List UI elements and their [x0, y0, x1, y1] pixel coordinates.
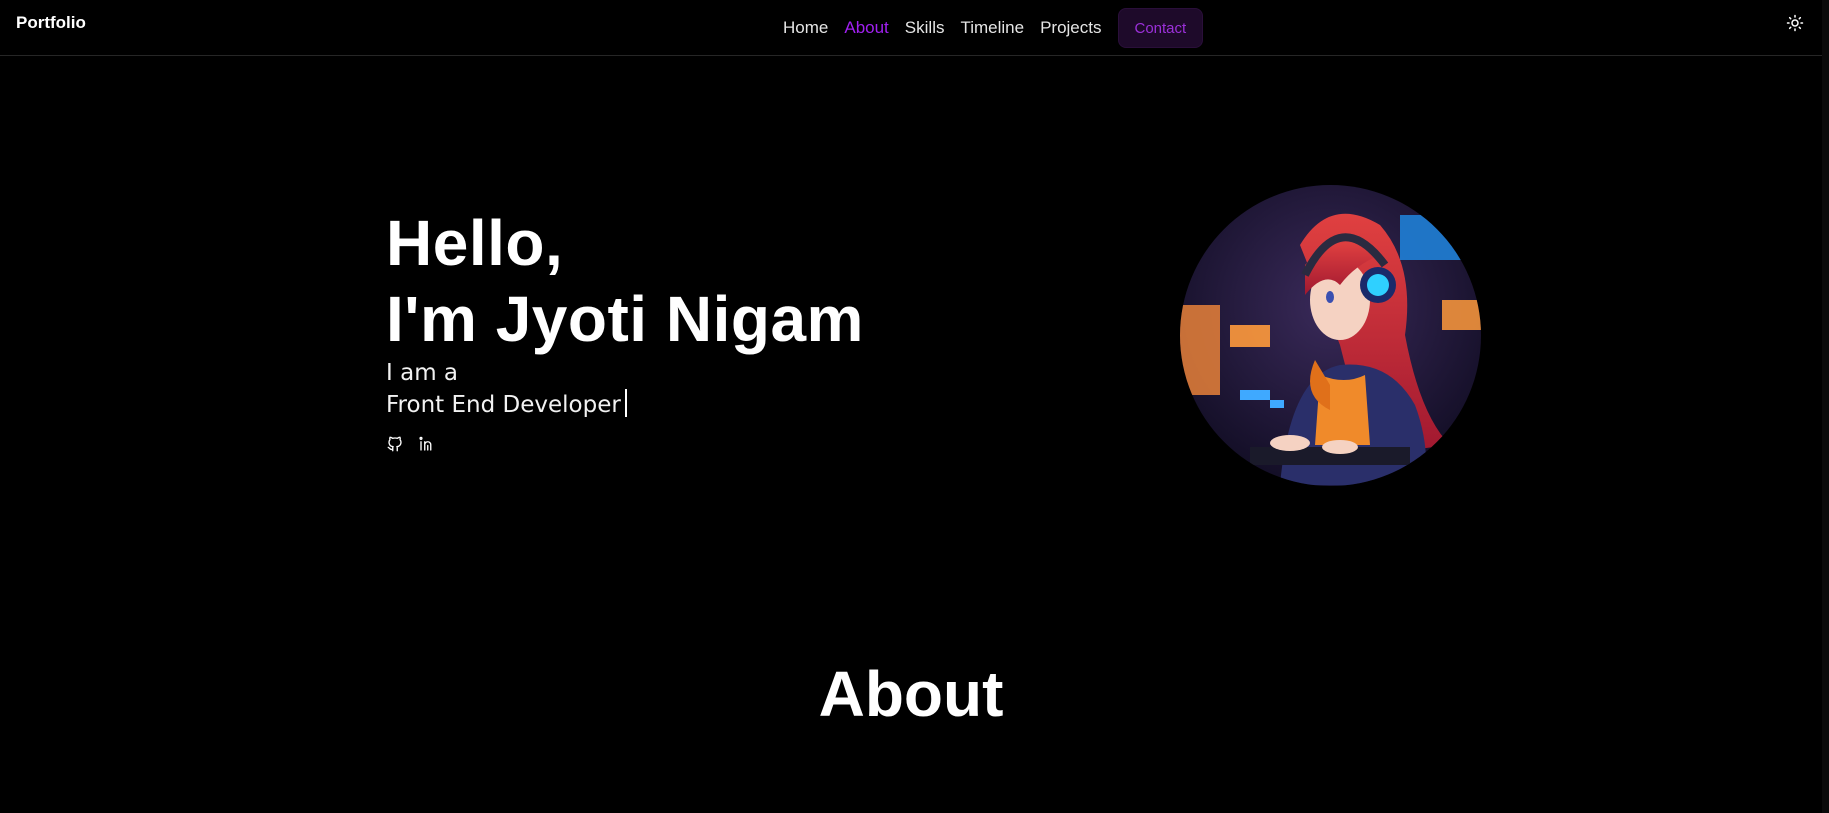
- about-section-title: About: [818, 658, 1004, 730]
- nav-link-timeline[interactable]: Timeline: [960, 18, 1024, 38]
- avatar-illustration: [1180, 185, 1481, 486]
- brand-logo[interactable]: Portfolio: [16, 13, 86, 33]
- hero-name: I'm Jyoti Nigam: [386, 283, 864, 355]
- nav-link-about[interactable]: About: [844, 18, 888, 38]
- nav-links: Home About Skills Timeline Projects Cont…: [783, 8, 1204, 48]
- nav-link-skills[interactable]: Skills: [905, 18, 945, 38]
- hero-role: Front End Developer: [386, 392, 621, 418]
- github-icon[interactable]: [386, 435, 404, 453]
- sun-icon[interactable]: [1786, 14, 1804, 32]
- nav-link-projects[interactable]: Projects: [1040, 18, 1101, 38]
- linkedin-icon[interactable]: [418, 435, 436, 453]
- navbar: Portfolio Home About Skills Timeline Pro…: [0, 0, 1829, 56]
- hero-section: Hello, I'm Jyoti Nigam I am a Front End …: [386, 205, 864, 453]
- typing-cursor: [624, 389, 627, 417]
- hero-role-line: Front End Developer: [386, 389, 864, 421]
- contact-button[interactable]: Contact: [1117, 8, 1204, 48]
- avatar: [1180, 185, 1481, 486]
- nav-link-home[interactable]: Home: [783, 18, 828, 38]
- page-scrollbar-track[interactable]: [1822, 0, 1829, 813]
- hero-intro: I am a: [386, 360, 458, 386]
- hero-greeting: Hello,: [386, 207, 564, 279]
- social-links: [386, 435, 864, 453]
